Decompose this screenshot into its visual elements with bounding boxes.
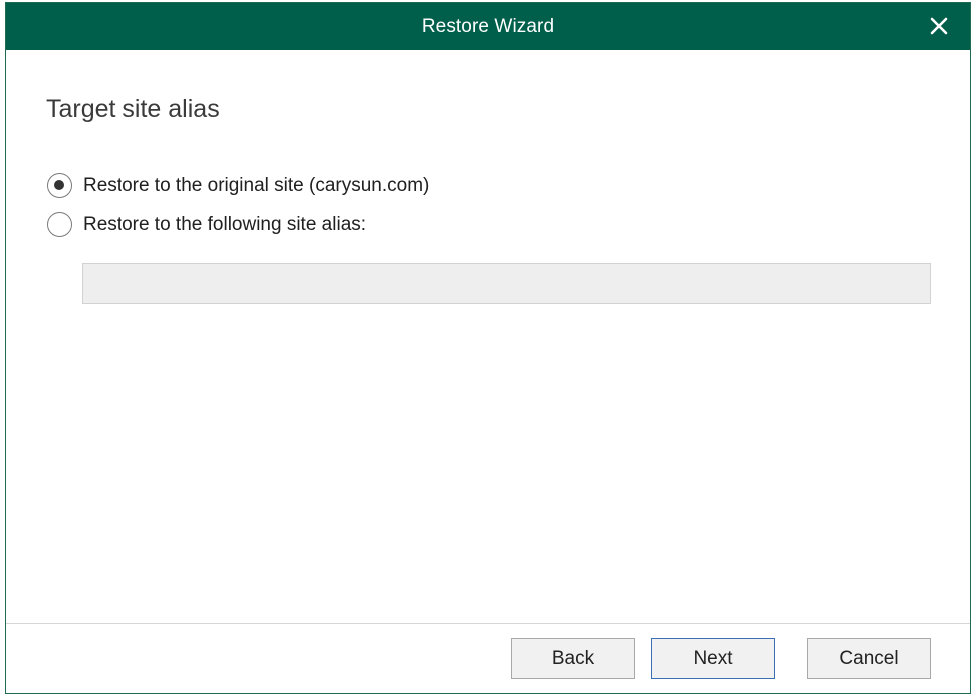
restore-wizard-window: Restore Wizard Target site alias Restore… (5, 2, 971, 694)
titlebar: Restore Wizard (6, 3, 970, 50)
restore-site-alias-option[interactable]: Restore to the following site alias: (47, 212, 366, 237)
cancel-button[interactable]: Cancel (807, 638, 931, 679)
site-alias-input[interactable] (82, 263, 931, 304)
restore-original-site-option[interactable]: Restore to the original site (carysun.co… (47, 173, 429, 198)
radio-site-alias[interactable] (47, 212, 72, 237)
next-button[interactable]: Next (651, 638, 775, 679)
radio-original-site-label: Restore to the original site (carysun.co… (83, 174, 430, 196)
back-button[interactable]: Back (511, 638, 635, 679)
window-title: Restore Wizard (421, 16, 555, 37)
radio-site-alias-label: Restore to the following site alias: (83, 213, 367, 235)
page-title: Target site alias (46, 95, 220, 123)
wizard-footer: Back Next Cancel (6, 623, 970, 693)
radio-original-site[interactable] (47, 173, 72, 198)
close-button[interactable] (926, 13, 952, 39)
close-icon (930, 17, 948, 35)
